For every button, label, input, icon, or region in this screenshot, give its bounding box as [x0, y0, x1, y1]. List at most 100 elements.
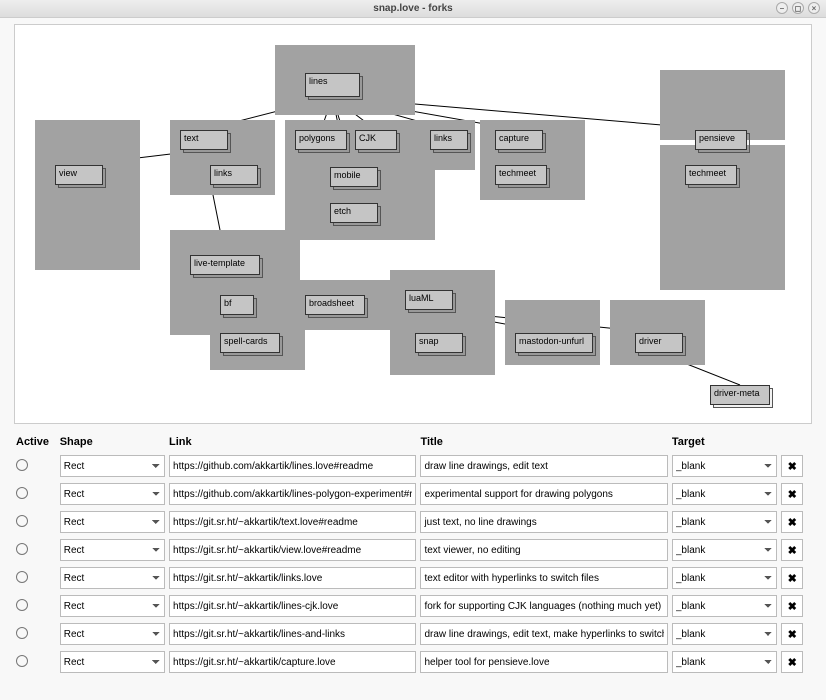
node-etch[interactable]: etch	[330, 203, 378, 223]
node-bf[interactable]: bf	[220, 295, 254, 315]
node-broadsheet[interactable]: broadsheet	[305, 295, 365, 315]
node-label: bf	[220, 295, 254, 315]
title-input[interactable]	[420, 511, 667, 533]
node-luaML[interactable]: luaML	[405, 290, 453, 310]
node-spell_cards[interactable]: spell-cards	[220, 333, 280, 353]
link-input[interactable]	[169, 567, 416, 589]
target-select[interactable]: _blank	[672, 455, 777, 477]
active-radio[interactable]	[16, 571, 28, 583]
title-input[interactable]	[420, 483, 667, 505]
node-label: snap	[415, 333, 463, 353]
active-radio[interactable]	[16, 627, 28, 639]
target-select[interactable]: _blank	[672, 539, 777, 561]
node-label: lines	[305, 73, 360, 97]
link-input[interactable]	[169, 455, 416, 477]
shape-select[interactable]: Rect	[60, 455, 165, 477]
title-input[interactable]	[420, 595, 667, 617]
shape-select[interactable]: Rect	[60, 651, 165, 673]
title-input[interactable]	[420, 539, 667, 561]
col-link: Link	[167, 432, 418, 452]
node-mobile[interactable]: mobile	[330, 167, 378, 187]
target-select[interactable]: _blank	[672, 595, 777, 617]
col-active: Active	[14, 432, 58, 452]
node-label: techmeet	[685, 165, 737, 185]
link-input[interactable]	[169, 623, 416, 645]
table-row: Rect _blank✖	[14, 648, 812, 676]
table-row: Rect _blank✖	[14, 452, 812, 480]
node-label: view	[55, 165, 103, 185]
title-input[interactable]	[420, 455, 667, 477]
node-label: polygons	[295, 130, 347, 150]
active-radio[interactable]	[16, 655, 28, 667]
title-input[interactable]	[420, 623, 667, 645]
node-label: broadsheet	[305, 295, 365, 315]
node-label: etch	[330, 203, 378, 223]
node-techmeet2[interactable]: techmeet	[685, 165, 737, 185]
node-driver[interactable]: driver	[635, 333, 683, 353]
group-box	[210, 280, 305, 370]
delete-button[interactable]: ✖	[781, 623, 803, 645]
shape-select[interactable]: Rect	[60, 595, 165, 617]
shape-select[interactable]: Rect	[60, 483, 165, 505]
delete-button[interactable]: ✖	[781, 595, 803, 617]
node-techmeet[interactable]: techmeet	[495, 165, 547, 185]
node-pensieve[interactable]: pensieve	[695, 130, 747, 150]
node-label: pensieve	[695, 130, 747, 150]
node-CJK[interactable]: CJK	[355, 130, 397, 150]
node-view[interactable]: view	[55, 165, 103, 185]
node-label: spell-cards	[220, 333, 280, 353]
delete-button[interactable]: ✖	[781, 483, 803, 505]
node-label: CJK	[355, 130, 397, 150]
shapes-table: Active Shape Link Title Target Rect_blan…	[14, 432, 812, 676]
shape-select[interactable]: Rect	[60, 623, 165, 645]
link-input[interactable]	[169, 595, 416, 617]
maximize-icon[interactable]: ◻	[792, 2, 804, 14]
target-select[interactable]: _blank	[672, 651, 777, 673]
node-label: links	[430, 130, 468, 150]
node-links2[interactable]: links	[430, 130, 468, 150]
shape-select[interactable]: Rect	[60, 539, 165, 561]
title-input[interactable]	[420, 567, 667, 589]
node-driver_meta[interactable]: driver-meta	[710, 385, 770, 405]
active-radio[interactable]	[16, 515, 28, 527]
diagram-canvas[interactable]: lines view text links polygons mobile etch CJK l…	[14, 24, 812, 424]
delete-button[interactable]: ✖	[781, 511, 803, 533]
node-text[interactable]: text	[180, 130, 228, 150]
shape-select[interactable]: Rect	[60, 511, 165, 533]
minimize-icon[interactable]: –	[776, 2, 788, 14]
close-icon[interactable]: ×	[808, 2, 820, 14]
group-box	[35, 120, 140, 270]
delete-button[interactable]: ✖	[781, 567, 803, 589]
table-row: Rect _blank✖	[14, 620, 812, 648]
node-snap[interactable]: snap	[415, 333, 463, 353]
active-radio[interactable]	[16, 543, 28, 555]
active-radio[interactable]	[16, 459, 28, 471]
title-input[interactable]	[420, 651, 667, 673]
node-lines[interactable]: lines	[305, 73, 360, 97]
link-input[interactable]	[169, 483, 416, 505]
link-input[interactable]	[169, 651, 416, 673]
node-node_links[interactable]: links	[210, 165, 258, 185]
target-select[interactable]: _blank	[672, 483, 777, 505]
shape-select[interactable]: Rect	[60, 567, 165, 589]
group-box	[390, 270, 495, 375]
target-select[interactable]: _blank	[672, 511, 777, 533]
active-radio[interactable]	[16, 599, 28, 611]
table-row: Rect _blank✖	[14, 592, 812, 620]
node-capture[interactable]: capture	[495, 130, 543, 150]
node-live_template[interactable]: live-template	[190, 255, 260, 275]
delete-button[interactable]: ✖	[781, 539, 803, 561]
delete-button[interactable]: ✖	[781, 651, 803, 673]
active-radio[interactable]	[16, 487, 28, 499]
link-input[interactable]	[169, 539, 416, 561]
node-label: text	[180, 130, 228, 150]
node-label: mastodon-unfurl	[515, 333, 593, 353]
node-label: driver-meta	[710, 385, 770, 405]
link-input[interactable]	[169, 511, 416, 533]
delete-button[interactable]: ✖	[781, 455, 803, 477]
target-select[interactable]: _blank	[672, 623, 777, 645]
target-select[interactable]: _blank	[672, 567, 777, 589]
node-mastodon[interactable]: mastodon-unfurl	[515, 333, 593, 353]
table-row: Rect _blank✖	[14, 564, 812, 592]
node-polygons[interactable]: polygons	[295, 130, 347, 150]
